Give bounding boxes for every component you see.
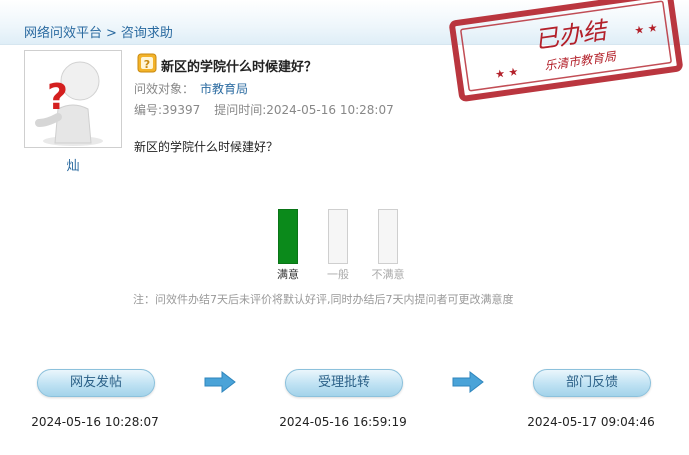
step-post-button[interactable]: 网友发帖: [37, 369, 155, 397]
avatar: ?: [24, 50, 122, 148]
svg-text:?: ?: [47, 77, 68, 118]
stamp-main-text: 已办结: [533, 16, 611, 54]
question-id: 编号:39397: [134, 103, 201, 117]
breadcrumb-current-link[interactable]: 咨询求助: [121, 26, 173, 41]
satisfaction-bar-neutral[interactable]: [328, 209, 348, 264]
svg-text:★ ★: ★ ★: [494, 65, 519, 81]
question-meta-row: 编号:39397 提问时间:2024-05-16 10:28:07: [134, 101, 394, 118]
question-title: 新区的学院什么时候建好？: [161, 60, 318, 75]
username[interactable]: 灿: [24, 155, 122, 174]
question-time: 提问时间:2024-05-16 10:28:07: [214, 103, 394, 117]
svg-text:★ ★: ★ ★: [634, 21, 659, 37]
step-post-time: 2024-05-16 10:28:07: [31, 415, 159, 429]
breadcrumb-root-link[interactable]: 网络问效平台: [24, 26, 102, 41]
satisfaction-bar-satisfied[interactable]: [278, 209, 298, 264]
completed-stamp: 已办结 乐清市教育局 ★ ★ ★ ★: [447, 0, 685, 105]
question-badge-icon: ?: [137, 53, 157, 73]
target-value-link[interactable]: 市教育局: [200, 82, 248, 96]
satisfaction-bar-unsatisfied[interactable]: [378, 209, 398, 264]
breadcrumb: 网络问效平台 > 咨询求助: [24, 22, 173, 41]
svg-text:?: ?: [144, 58, 150, 71]
question-person-icon: ?: [25, 51, 121, 147]
satisfaction-label-unsatisfied[interactable]: 不满意: [358, 266, 418, 282]
satisfaction-note: 注：问效件办结7天后未评价将默认好评,同时办结后7天内提问者可更改满意度: [133, 293, 514, 306]
arrow-right-icon: [452, 370, 484, 394]
step-feedback-button[interactable]: 部门反馈: [533, 369, 651, 397]
breadcrumb-separator: >: [106, 26, 117, 41]
arrow-right-icon: [204, 370, 236, 394]
question-body: 新区的学院什么时候建好？: [134, 140, 279, 154]
question-target-row: 问效对象： 市教育局: [134, 80, 248, 97]
step-accept-button[interactable]: 受理批转: [285, 369, 403, 397]
step-feedback-time: 2024-05-17 09:04:46: [527, 415, 655, 429]
stamp-sub-text: 乐清市教育局: [544, 49, 618, 73]
target-label: 问效对象：: [134, 82, 195, 96]
step-accept-time: 2024-05-16 16:59:19: [279, 415, 407, 429]
